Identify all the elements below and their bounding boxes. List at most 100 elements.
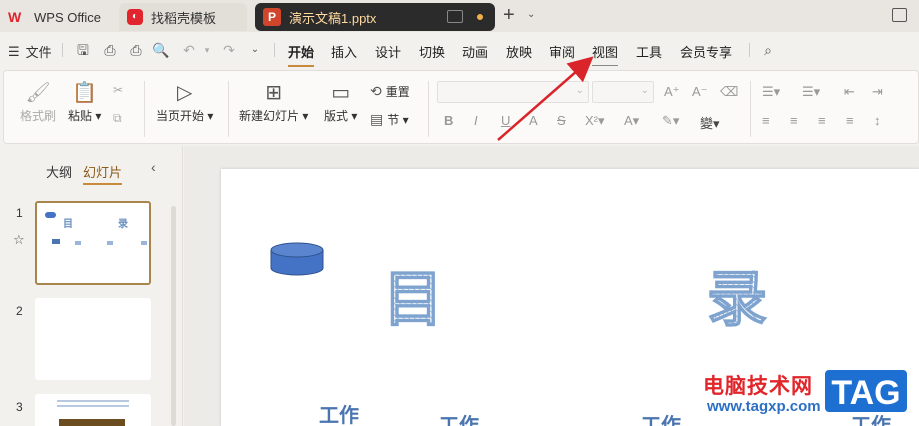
tab-label: 找稻壳模板 <box>151 10 217 26</box>
window-layout-icon[interactable] <box>892 8 907 22</box>
tab-document[interactable]: P 演示文稿1.pptx <box>255 3 495 31</box>
menu-tools[interactable]: 工具 <box>636 42 662 61</box>
menu-view[interactable]: 视图 <box>592 42 619 66</box>
decrease-indent-icon[interactable]: ⇤ <box>844 84 855 100</box>
presentation-logo-icon: P <box>263 8 281 26</box>
line-spacing-icon[interactable]: ↕ <box>874 113 881 128</box>
bold-icon[interactable]: B <box>444 113 453 128</box>
format-painter-button[interactable]: 🖌 格式刷 <box>20 79 56 124</box>
clipboard-icon: 📋 <box>72 82 98 104</box>
thumb-char-1: 目 <box>63 219 73 230</box>
divider <box>274 43 275 57</box>
tab-label: 演示文稿1.pptx <box>289 10 377 26</box>
slide-item: 工作 <box>319 405 359 426</box>
slide-thumbnail-1[interactable]: 目 录 <box>35 201 151 285</box>
wps-logo-icon: W <box>8 9 22 25</box>
shadow-icon[interactable]: A <box>529 113 538 128</box>
redo-icon[interactable]: ↷ <box>220 41 238 59</box>
thumb-mark <box>141 241 147 245</box>
divider <box>62 43 63 57</box>
play-current-slide-button[interactable]: ▷ 当页开始 ▾ <box>156 79 213 124</box>
increase-indent-icon[interactable]: ⇥ <box>872 84 883 100</box>
slide-item: 工作 <box>439 415 479 426</box>
button-label: 粘贴 ▾ <box>68 109 102 123</box>
font-name-combo[interactable]: ⌄ <box>437 81 589 103</box>
reset-icon: ⟲ <box>370 83 382 99</box>
font-color-icon[interactable]: A▾ <box>624 113 639 129</box>
section-button[interactable]: ▤ 节 ▾ <box>370 111 409 128</box>
cylinder-shape-icon[interactable] <box>270 242 325 276</box>
search-icon[interactable]: ⌕ <box>759 41 777 59</box>
tab-wps-office[interactable]: W WPS Office <box>0 3 112 31</box>
slide-thumbnail-2[interactable] <box>35 298 151 380</box>
reset-button[interactable]: ⟲ 重置 <box>370 83 410 100</box>
align-left-icon[interactable]: ≡ <box>762 113 770 128</box>
print-icon[interactable]: ⎙ <box>127 41 145 59</box>
chevron-down-icon[interactable]: ⌄ <box>527 9 535 20</box>
unsaved-dot-icon <box>477 14 483 20</box>
slide-number: 1 <box>16 206 23 220</box>
chevron-down-icon: ⌄ <box>575 85 584 96</box>
tab-slides[interactable]: 幻灯片 <box>83 162 123 185</box>
slide-thumbnail-3[interactable] <box>35 394 151 426</box>
phonetic-icon[interactable]: 變▾ <box>700 113 720 132</box>
file-menu-button[interactable]: ☰ 文件 <box>8 42 52 61</box>
button-label: 版式 ▾ <box>324 109 358 123</box>
thumb-mark <box>57 400 129 402</box>
clear-format-icon[interactable]: ⌫ <box>720 84 738 100</box>
ribbon-toolbar: 🖌 格式刷 📋 粘贴 ▾ ✂ ⧉ ▷ 当页开始 ▾ ⊞ 新建幻灯片 ▾ ▭ 版式… <box>3 70 919 144</box>
italic-icon[interactable]: I <box>474 113 478 128</box>
save-icon[interactable]: 🖫 <box>74 41 92 59</box>
menu-home[interactable]: 开始 <box>288 42 315 67</box>
decrease-font-icon[interactable]: A⁻ <box>692 84 708 100</box>
paste-button[interactable]: 📋 粘贴 ▾ <box>68 79 101 124</box>
thumb-char-2: 录 <box>118 219 128 230</box>
export-pdf-icon[interactable]: ⎙ <box>101 41 119 59</box>
monitor-icon[interactable] <box>447 10 463 23</box>
copy-icon[interactable]: ⧉ <box>113 111 122 126</box>
menu-insert[interactable]: 插入 <box>331 42 357 61</box>
align-right-icon[interactable]: ≡ <box>818 113 826 128</box>
slide-number: 2 <box>16 304 23 318</box>
cylinder-shape-icon <box>45 212 56 218</box>
bullet-list-icon[interactable]: ☰▾ <box>762 84 780 100</box>
slide-number: 3 <box>16 400 23 414</box>
justify-icon[interactable]: ≡ <box>846 113 854 128</box>
collapse-panel-icon[interactable]: ‹ <box>151 159 156 175</box>
numbered-list-icon[interactable]: ☰▾ <box>802 84 820 100</box>
more-chevron-icon[interactable]: ⌄ <box>246 41 264 59</box>
superscript-icon[interactable]: X²▾ <box>585 113 605 129</box>
strikethrough-icon[interactable]: S <box>557 113 566 128</box>
tab-template-store[interactable]: ◐ 找稻壳模板 <box>119 3 247 31</box>
menu-transition[interactable]: 切换 <box>419 42 445 61</box>
new-slide-button[interactable]: ⊞ 新建幻灯片 ▾ <box>239 79 308 124</box>
undo-icon[interactable]: ↶ <box>180 41 198 59</box>
menu-animation[interactable]: 动画 <box>462 42 488 61</box>
font-size-combo[interactable]: ⌄ <box>592 81 654 103</box>
slide-editor[interactable]: 目 录 工作 工作 工作 工作 <box>221 169 919 426</box>
new-tab-plus-icon[interactable]: + <box>503 4 515 27</box>
underline-icon[interactable]: U <box>501 113 510 128</box>
print-preview-icon[interactable]: 🔍 <box>152 41 170 59</box>
chevron-down-icon: ⌄ <box>640 85 649 96</box>
hamburger-icon: ☰ <box>8 43 20 59</box>
thumb-mark <box>52 239 60 244</box>
panel-scrollbar[interactable] <box>171 206 176 426</box>
layout-button[interactable]: ▭ 版式 ▾ <box>324 79 357 124</box>
star-icon[interactable]: ☆ <box>13 232 25 248</box>
menu-review[interactable]: 审阅 <box>549 42 575 61</box>
increase-font-icon[interactable]: A⁺ <box>664 84 680 100</box>
align-center-icon[interactable]: ≡ <box>790 113 798 128</box>
menu-design[interactable]: 设计 <box>375 42 401 61</box>
undo-dropdown-icon[interactable]: ▾ <box>198 41 216 59</box>
menu-member[interactable]: 会员专享 <box>680 42 732 61</box>
highlight-icon[interactable]: ✎▾ <box>662 113 679 129</box>
slide-panel: 大纲 幻灯片 ‹ 1 ☆ 目 录 2 3 <box>0 146 183 426</box>
tab-outline[interactable]: 大纲 <box>46 162 72 181</box>
button-label: 新建幻灯片 ▾ <box>239 109 309 123</box>
menu-slideshow[interactable]: 放映 <box>506 42 532 61</box>
divider <box>144 81 145 137</box>
file-menu-label: 文件 <box>25 45 52 60</box>
cut-icon[interactable]: ✂ <box>113 83 123 97</box>
watermark-site-name: 电脑技术网 <box>703 375 813 398</box>
